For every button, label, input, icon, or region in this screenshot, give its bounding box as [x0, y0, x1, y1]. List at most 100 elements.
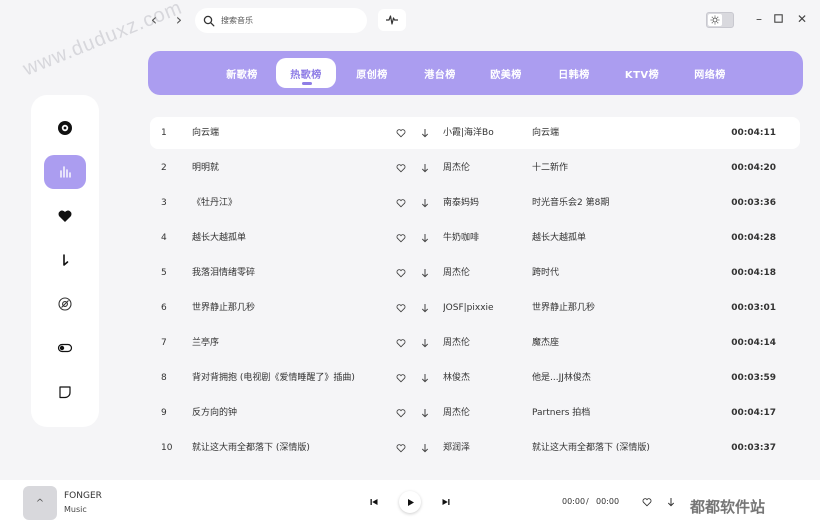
song-duration: 00:04:20 [731, 163, 776, 173]
heart-outline-icon[interactable] [394, 362, 408, 394]
song-artist: 郑润泽 [443, 443, 471, 453]
song-row[interactable]: 2 明明就 周杰伦 十二新作 00:04:20 [150, 152, 800, 184]
download-arrow-icon[interactable] [418, 397, 432, 429]
download-arrow-icon[interactable] [418, 152, 432, 184]
song-artist: 林俊杰 [443, 373, 471, 383]
song-duration: 00:03:37 [731, 443, 776, 453]
sidebar-item-disc[interactable] [44, 111, 86, 145]
song-row[interactable]: 8 背对背拥抱 (电视剧《爱情睡醒了》插曲) 林俊杰 他是...JJ林俊杰 00:03:… [150, 362, 800, 394]
song-artist: 牛奶咖啡 [443, 233, 480, 243]
sidebar-item-settings-toggle[interactable] [44, 331, 86, 365]
download-arrow-icon[interactable] [418, 362, 432, 394]
heart-outline-icon[interactable] [394, 432, 408, 464]
download-arrow-icon[interactable] [418, 327, 432, 359]
song-artist: 周杰伦 [443, 163, 471, 173]
heart-outline-icon[interactable] [394, 187, 408, 219]
song-row[interactable]: 3 《牡丹江》 南泰妈妈 时光音乐会2 第8期 00:03:36 [150, 187, 800, 219]
song-index: 1 [161, 128, 167, 138]
song-artist: 周杰伦 [443, 338, 471, 348]
download-arrow-icon[interactable] [418, 222, 432, 254]
play-icon [407, 498, 414, 506]
song-title: 《牡丹江》 [192, 198, 238, 208]
song-duration: 00:04:17 [731, 408, 776, 418]
back-arrow-icon[interactable]: ‹ [146, 12, 162, 28]
song-row[interactable]: 4 越长大越孤单 牛奶咖啡 越长大越孤单 00:04:28 [150, 222, 800, 254]
song-album: 他是...JJ林俊杰 [532, 373, 591, 383]
forward-arrow-icon[interactable]: › [171, 12, 187, 28]
download-arrow-icon[interactable] [418, 117, 432, 149]
previous-icon[interactable] [367, 495, 381, 509]
tab-hk-tw[interactable]: 港台榜 [410, 58, 470, 88]
song-row[interactable]: 5 我落泪情绪零碎 周杰伦 跨时代 00:04:18 [150, 257, 800, 289]
download-current-icon[interactable] [664, 495, 678, 509]
song-row-partial [150, 467, 800, 480]
theme-toggle[interactable] [706, 12, 734, 28]
song-title: 明明就 [192, 163, 220, 173]
sidebar-item-charts[interactable] [44, 155, 86, 189]
song-row[interactable]: 6 世界静止那几秒 JOSF|pixxie 世界静止那几秒 00:03:01 [150, 292, 800, 324]
sidebar-item-download[interactable] [44, 243, 86, 277]
cd-icon [58, 297, 72, 311]
like-current-icon[interactable] [640, 495, 654, 509]
song-duration: 00:04:11 [731, 128, 776, 138]
download-arrow-icon[interactable] [418, 432, 432, 464]
song-album: 时光音乐会2 第8期 [532, 198, 610, 208]
minimize-icon[interactable]: – [752, 12, 766, 26]
heart-outline-icon[interactable] [394, 327, 408, 359]
song-duration: 00:03:01 [731, 303, 776, 313]
sidebar-item-favorites[interactable] [44, 199, 86, 233]
heart-outline-icon[interactable] [394, 397, 408, 429]
heart-icon [58, 210, 72, 222]
maximize-icon[interactable] [771, 12, 785, 26]
album-cover[interactable]: ^ [23, 486, 57, 520]
tab-ktv[interactable]: KTV榜 [612, 58, 672, 88]
song-row[interactable]: 7 兰亭序 周杰伦 魔杰座 00:04:14 [150, 327, 800, 359]
tab-new-songs[interactable]: 新歌榜 [212, 58, 272, 88]
close-icon[interactable]: ✕ [795, 12, 809, 26]
download-arrow-icon[interactable] [418, 187, 432, 219]
chart-tabs: 新歌榜 热歌榜 原创榜 港台榜 欧美榜 日韩榜 KTV榜 网络榜 [148, 51, 803, 95]
tab-western[interactable]: 欧美榜 [476, 58, 536, 88]
search-box[interactable] [195, 8, 367, 33]
song-artist: 周杰伦 [443, 408, 471, 418]
song-artist: JOSF|pixxie [443, 303, 494, 313]
tab-jp-kr[interactable]: 日韩榜 [544, 58, 604, 88]
sidebar [31, 95, 99, 427]
download-arrow-icon[interactable] [418, 292, 432, 324]
heart-outline-icon[interactable] [394, 152, 408, 184]
song-index: 3 [161, 198, 167, 208]
sidebar-item-shield[interactable] [44, 375, 86, 409]
toggle-icon [57, 343, 73, 353]
sidebar-item-cd[interactable] [44, 287, 86, 321]
song-artist: 南泰妈妈 [443, 198, 480, 208]
heart-outline-icon[interactable] [394, 117, 408, 149]
heart-outline-icon[interactable] [394, 257, 408, 289]
next-icon[interactable] [439, 495, 453, 509]
heart-outline-icon[interactable] [394, 222, 408, 254]
song-album: Partners 拍档 [532, 408, 591, 418]
search-input[interactable] [221, 16, 351, 25]
tab-hot-songs[interactable]: 热歌榜 [276, 58, 336, 88]
tab-original[interactable]: 原创榜 [342, 58, 402, 88]
tab-internet[interactable]: 网络榜 [680, 58, 740, 88]
song-index: 8 [161, 373, 167, 383]
song-duration: 00:04:18 [731, 268, 776, 278]
play-button[interactable] [399, 491, 421, 513]
song-album: 十二新作 [532, 163, 569, 173]
heart-outline-icon[interactable] [394, 292, 408, 324]
audio-wave-button[interactable] [378, 9, 406, 31]
search-icon [203, 15, 215, 26]
song-title: 背对背拥抱 (电视剧《爱情睡醒了》插曲) [192, 373, 355, 383]
song-index: 7 [161, 338, 167, 348]
song-index: 2 [161, 163, 167, 173]
song-index: 9 [161, 408, 167, 418]
song-title: 兰亭序 [192, 338, 220, 348]
song-row[interactable]: 1 向云端 小霞|海洋Bo 向云端 00:04:11 [150, 117, 800, 149]
song-index: 6 [161, 303, 167, 313]
download-arrow-icon[interactable] [418, 257, 432, 289]
song-row[interactable]: 9 反方向的钟 周杰伦 Partners 拍档 00:04:17 [150, 397, 800, 429]
song-duration: 00:03:59 [731, 373, 776, 383]
song-artist: 周杰伦 [443, 268, 471, 278]
song-row[interactable]: 10 就让这大雨全都落下 (深情版) 郑润泽 就让这大雨全都落下 (深情版) 00:03… [150, 432, 800, 464]
song-title: 就让这大雨全都落下 (深情版) [192, 443, 310, 453]
